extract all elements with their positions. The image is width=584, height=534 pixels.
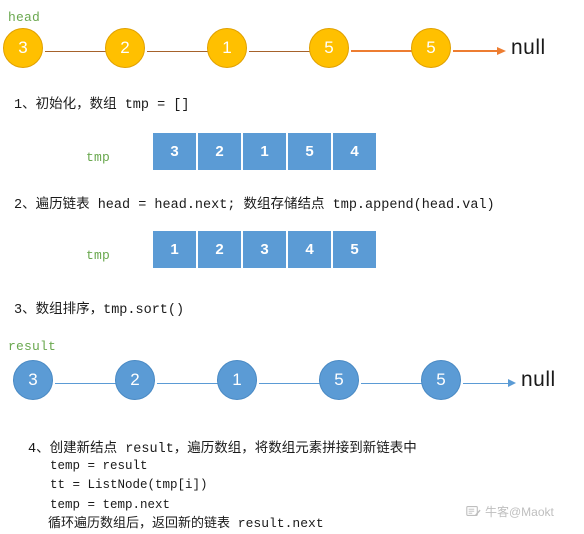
array-cell-value: 2: [215, 241, 224, 258]
node-value: 5: [324, 38, 334, 57]
array-cell[interactable]: 2: [198, 231, 241, 268]
node-value: 3: [18, 38, 28, 57]
node-value: 5: [426, 38, 436, 57]
result-list-node[interactable]: 5: [319, 360, 359, 400]
result-list-node[interactable]: 1: [217, 360, 257, 400]
array-cell[interactable]: 5: [333, 231, 376, 268]
result-pointer-label: result: [8, 339, 57, 354]
result-linked-list: 3 2 1 5 5 null: [0, 358, 584, 404]
array-cell[interactable]: 3: [243, 231, 286, 268]
result-list-node[interactable]: 2: [115, 360, 155, 400]
watermark: 牛客@Maokt: [466, 503, 554, 520]
step-1-heading: 1、初始化，数组 tmp = []: [14, 98, 190, 113]
array-cell[interactable]: 4: [288, 231, 331, 268]
step-2-array: 1 2 3 4 5: [153, 231, 376, 268]
step-2-array-label: tmp: [86, 248, 111, 263]
step-4-closing-line: 循环遍历数组后，返回新的链表 result.next: [48, 516, 324, 531]
head-label-text: head: [8, 10, 41, 25]
array-cell-value: 3: [170, 143, 179, 160]
array-cell-value: 5: [305, 143, 314, 160]
array-cell[interactable]: 5: [288, 133, 331, 170]
top-list-node[interactable]: 5: [309, 28, 349, 68]
array-cell[interactable]: 2: [198, 133, 241, 170]
result-list-null-arrow: [463, 379, 516, 387]
array-cell[interactable]: 3: [153, 133, 196, 170]
step-4-code-line: temp = result: [50, 459, 148, 473]
watermark-text: 牛客@Maokt: [485, 505, 554, 519]
array-cell[interactable]: 4: [333, 133, 376, 170]
step-1-array: 3 2 1 5 4: [153, 133, 376, 170]
node-value: 5: [436, 370, 446, 389]
array-cell[interactable]: 1: [153, 231, 196, 268]
step-1-array-label: tmp: [86, 150, 111, 165]
array-cell-value: 5: [350, 241, 359, 258]
node-value: 2: [120, 38, 130, 57]
array-cell-value: 4: [305, 241, 314, 258]
head-pointer-label: head: [8, 8, 40, 26]
top-list-null-label: null: [511, 36, 546, 59]
array-cell-value: 2: [215, 143, 224, 160]
node-value: 1: [222, 38, 232, 57]
result-list-null-label: null: [521, 368, 556, 391]
array-cell[interactable]: 1: [243, 133, 286, 170]
top-linked-list: 3 2 1 5 5 null: [0, 26, 584, 72]
node-value: 5: [334, 370, 344, 389]
node-value: 3: [28, 370, 38, 389]
array-cell-value: 1: [260, 143, 269, 160]
top-list-null-arrow: [453, 47, 506, 55]
array-cell-value: 3: [260, 241, 269, 258]
top-list-node[interactable]: 5: [411, 28, 451, 68]
step-2-heading: 2、遍历链表 head = head.next; 数组存储结点 tmp.appe…: [14, 198, 495, 213]
step-4-code-line: temp = temp.next: [50, 498, 171, 512]
array-cell-value: 4: [350, 143, 359, 160]
step-3-heading: 3、数组排序，tmp.sort(): [14, 303, 185, 318]
result-list-node[interactable]: 5: [421, 360, 461, 400]
top-list-node[interactable]: 1: [207, 28, 247, 68]
array-cell-value: 1: [170, 241, 179, 258]
node-value: 2: [130, 370, 140, 389]
step-4-code-line: tt = ListNode(tmp[i]): [50, 478, 208, 492]
node-value: 1: [232, 370, 242, 389]
step-4-heading: 4、创建新结点 result，遍历数组，将数组元素拼接到新链表中: [28, 442, 417, 457]
notebook-pen-icon: [466, 505, 481, 518]
result-list-node[interactable]: 3: [13, 360, 53, 400]
top-list-node[interactable]: 3: [3, 28, 43, 68]
top-list-node[interactable]: 2: [105, 28, 145, 68]
